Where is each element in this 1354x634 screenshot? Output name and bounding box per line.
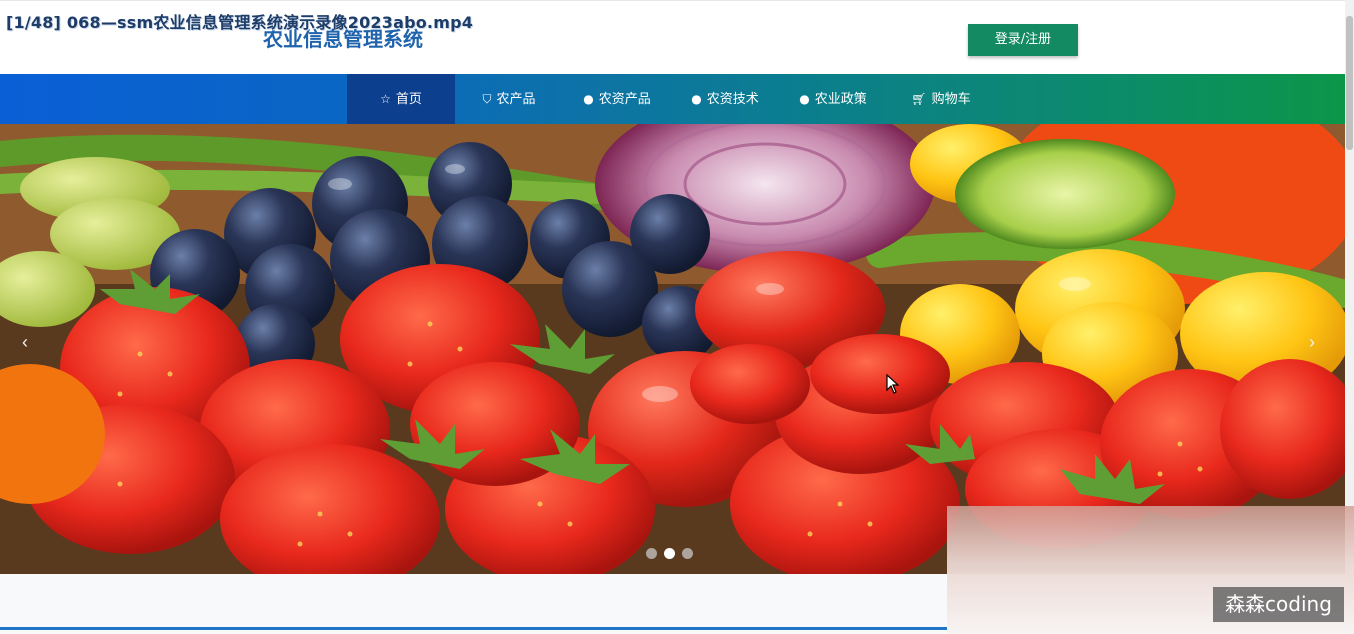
mouse-cursor-icon — [886, 373, 900, 399]
nav-item-label: 农资技术 — [706, 92, 759, 107]
nav-item-cart[interactable]: 🛒︎ 购物车 — [902, 74, 980, 124]
video-file-title: [1/48] 068—ssm农业信息管理系统演示录像2023abo.mp4 — [6, 13, 474, 32]
nav-item-label: 购物车 — [931, 92, 971, 107]
carousel-dot-3[interactable] — [682, 548, 693, 559]
banner-next-arrow[interactable]: › — [1309, 332, 1315, 353]
banner-prev-arrow[interactable]: ‹ — [22, 332, 28, 353]
scrollbar-thumb[interactable] — [1346, 16, 1353, 150]
nav-item-products[interactable]: ⛉ 农产品 — [464, 74, 554, 124]
nav-item-label: 农产品 — [496, 92, 536, 107]
nav-item-label: 首页 — [395, 92, 422, 107]
question-icon: ● — [691, 92, 702, 106]
star-icon: ☆ — [380, 92, 391, 106]
carousel-dot-2[interactable] — [664, 548, 675, 559]
nav-item-policy[interactable]: ● 农业政策 — [788, 74, 878, 124]
cart-icon: 🛒︎ — [911, 92, 927, 106]
info-icon: ● — [583, 92, 594, 106]
nav-item-home[interactable]: ☆ 首页 — [347, 74, 455, 124]
nav-item-label: 农业政策 — [814, 92, 867, 107]
main-nav: ☆ 首页 ⛉ 农产品 ● 农资产品 ● 农资技术 ● 农业政策 🛒︎ 购物车 — [0, 74, 1345, 124]
nav-item-label: 农资产品 — [598, 92, 651, 107]
section-divider — [0, 627, 948, 630]
video-watermark: 森森coding — [1213, 587, 1344, 622]
login-register-button[interactable]: 登录/注册 — [968, 24, 1078, 56]
carousel-dot-1[interactable] — [646, 548, 657, 559]
nav-item-technology[interactable]: ● 农资技术 — [680, 74, 770, 124]
carousel-indicators — [646, 548, 693, 559]
bag-icon: ⛉ — [482, 92, 492, 106]
nav-item-supplies[interactable]: ● 农资产品 — [572, 74, 662, 124]
info-icon: ● — [799, 92, 810, 106]
